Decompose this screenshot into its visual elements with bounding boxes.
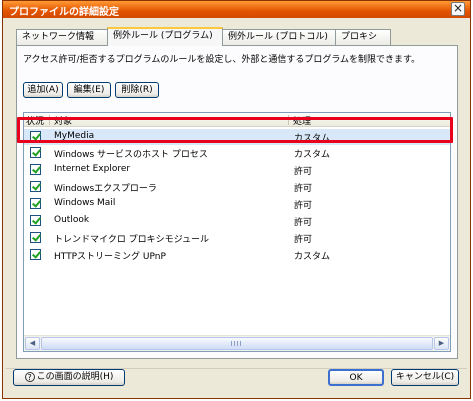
rule-target: Outlook <box>54 215 90 225</box>
rule-checkbox[interactable] <box>30 147 41 158</box>
tab-protocol-rules[interactable]: 例外ルール (プロトコル) <box>222 29 336 45</box>
tab-network-info[interactable]: ネットワーク情報 <box>16 29 108 45</box>
cancel-button[interactable]: キャンセル(C) <box>391 369 459 386</box>
rule-target: トレンドマイクロ プロキシモジュール <box>54 235 210 245</box>
chevron-right-icon: ▶ <box>438 339 445 347</box>
help-icon: ? <box>24 371 35 382</box>
rule-checkbox[interactable] <box>30 198 41 209</box>
tab-program-rules[interactable]: 例外ルール (プログラム) <box>107 27 223 46</box>
dialog-client-area: ネットワーク情報 例外ルール (プログラム) 例外ルール (プロトコル) プロキ… <box>6 18 467 396</box>
chevron-left-icon: ◀ <box>29 339 36 347</box>
rule-action: カスタム <box>294 150 331 160</box>
rule-target: Windows サービスのホスト プロセス <box>54 150 208 160</box>
program-rule-list[interactable]: 状況 対象 処理 MyMedia カスタム Windows サービスのホスト プ… <box>23 112 451 352</box>
help-button[interactable]: ? この画面の説明(H) <box>13 369 125 386</box>
rule-checkbox[interactable] <box>30 232 41 243</box>
table-row[interactable]: Windows Mail 許可 <box>24 196 450 212</box>
rule-action: 許可 <box>294 184 313 194</box>
rule-target: Internet Explorer <box>54 164 131 174</box>
rule-checkbox[interactable] <box>30 215 41 226</box>
tab-proxy[interactable]: プロキシ <box>335 29 391 45</box>
rule-checkbox[interactable] <box>30 249 41 260</box>
horizontal-scrollbar[interactable]: ◀ ▶ <box>24 335 450 351</box>
add-button[interactable]: 追加(A) <box>23 82 63 98</box>
rule-checkbox[interactable] <box>30 164 41 175</box>
rule-checkbox[interactable] <box>30 181 41 192</box>
rule-target: Windowsエクスプローラ <box>54 184 157 194</box>
edit-button[interactable]: 編集(E) <box>67 82 111 98</box>
grip-icon <box>231 341 243 346</box>
rule-action: 許可 <box>294 235 313 245</box>
table-row[interactable]: Outlook 許可 <box>24 213 450 229</box>
table-row[interactable]: トレンドマイクロ プロキシモジュール 許可 <box>24 230 450 246</box>
table-row[interactable]: Internet Explorer 許可 <box>24 162 450 178</box>
table-row[interactable]: HTTPストリーミング UPnP カスタム <box>24 247 450 263</box>
window-title: プロファイルの詳細設定 <box>9 7 119 18</box>
rule-action: 許可 <box>294 167 313 177</box>
rule-target: Windows Mail <box>54 198 116 208</box>
panel-description: アクセス許可/拒否するプログラムのルールを設定し、外部と通信するプログラムを制限… <box>23 55 421 65</box>
close-icon: × <box>452 1 464 15</box>
delete-button[interactable]: 削除(R) <box>115 82 159 98</box>
scroll-right-button[interactable]: ▶ <box>434 337 449 350</box>
profile-advanced-settings-window: プロファイルの詳細設定 × ネットワーク情報 例外ルール (プログラム) 例外ル… <box>2 0 471 399</box>
highlight-frame <box>17 117 453 143</box>
table-row[interactable]: Windows サービスのホスト プロセス カスタム <box>24 145 450 161</box>
ok-button[interactable]: OK <box>328 369 384 386</box>
rule-action: カスタム <box>294 252 331 262</box>
program-rules-panel: アクセス許可/拒否するプログラムのルールを設定し、外部と通信するプログラムを制限… <box>16 45 458 359</box>
rule-target: HTTPストリーミング UPnP <box>54 252 166 262</box>
rule-action: 許可 <box>294 201 313 211</box>
scroll-left-button[interactable]: ◀ <box>25 337 40 350</box>
rule-action: 許可 <box>294 218 313 228</box>
close-button[interactable]: × <box>451 2 465 16</box>
help-button-label: この画面の説明(H) <box>36 372 114 382</box>
scrollbar-thumb[interactable] <box>41 337 433 350</box>
table-row[interactable]: Windowsエクスプローラ 許可 <box>24 179 450 195</box>
title-bar[interactable]: プロファイルの詳細設定 × <box>3 1 470 18</box>
